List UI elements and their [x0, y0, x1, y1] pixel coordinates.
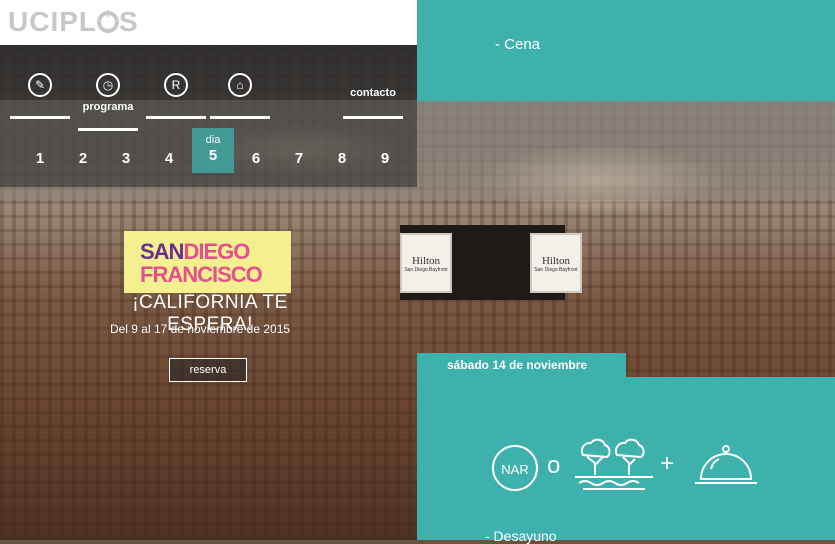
day-label: dia: [205, 134, 221, 146]
logo[interactable]: UCIPLS: [8, 6, 139, 38]
or-label: o: [547, 452, 561, 479]
nav-item-programa[interactable]: ◷ programa: [78, 73, 138, 131]
schedule-item: - Desayuno: [485, 528, 557, 544]
day-5-selected[interactable]: dia 5: [192, 128, 234, 173]
day-1[interactable]: 1: [19, 145, 61, 187]
date-tab: sábado 14 de noviembre: [417, 353, 626, 378]
reserva-button[interactable]: reserva: [169, 358, 247, 382]
pen-icon: ✎: [28, 73, 52, 97]
day-3[interactable]: 3: [105, 145, 147, 187]
nav-item-registro[interactable]: R: [146, 73, 206, 129]
day-9[interactable]: 9: [364, 145, 406, 187]
day-4[interactable]: 4: [148, 145, 190, 187]
nav-label-programa: programa: [82, 101, 134, 113]
event-dates: Del 9 al 17 de noviembre de 2015: [109, 322, 291, 336]
nav-panel: ✎ ◷ programa R ⌂ contacto 1 2 3 4 dia 5 6 …: [0, 45, 417, 187]
day-7[interactable]: 7: [278, 145, 320, 187]
hilton-banner-left: Hilton San Diego Bayfront: [400, 233, 452, 293]
logo-plus-icon: [97, 6, 119, 33]
cloche-icon: [695, 445, 757, 484]
day-number: 5: [208, 147, 218, 164]
san-diego-francisco-logo: SANDIEGO FRANCISCO: [124, 231, 291, 293]
nav-underline: [146, 116, 206, 119]
nav-item-hotel[interactable]: ⌂: [210, 73, 270, 129]
schedule-item: - Cena: [495, 36, 541, 53]
nav-underline: [10, 116, 70, 119]
hilton-banner-right: Hilton San Diego Bayfront: [530, 233, 582, 293]
clock-icon: ◷: [96, 73, 120, 97]
day-2[interactable]: 2: [62, 145, 104, 187]
registro-icon: R: [164, 73, 188, 97]
nav-item-info[interactable]: ✎: [10, 73, 70, 129]
nav-label-contacto: contacto: [350, 87, 396, 99]
day-6[interactable]: 6: [235, 145, 277, 187]
plus-label: +: [660, 450, 675, 477]
nav-underline: [78, 128, 138, 131]
nav-underline: [343, 116, 403, 119]
schedule-panel-top: - Cena: [417, 0, 835, 101]
nav-underline: [210, 116, 270, 119]
hotel-icon: ⌂: [228, 73, 252, 97]
day-8[interactable]: 8: [321, 145, 363, 187]
nav-item-contacto[interactable]: contacto: [343, 73, 403, 129]
trees-icon: [575, 438, 653, 490]
nar-badge: NAR: [492, 445, 538, 491]
